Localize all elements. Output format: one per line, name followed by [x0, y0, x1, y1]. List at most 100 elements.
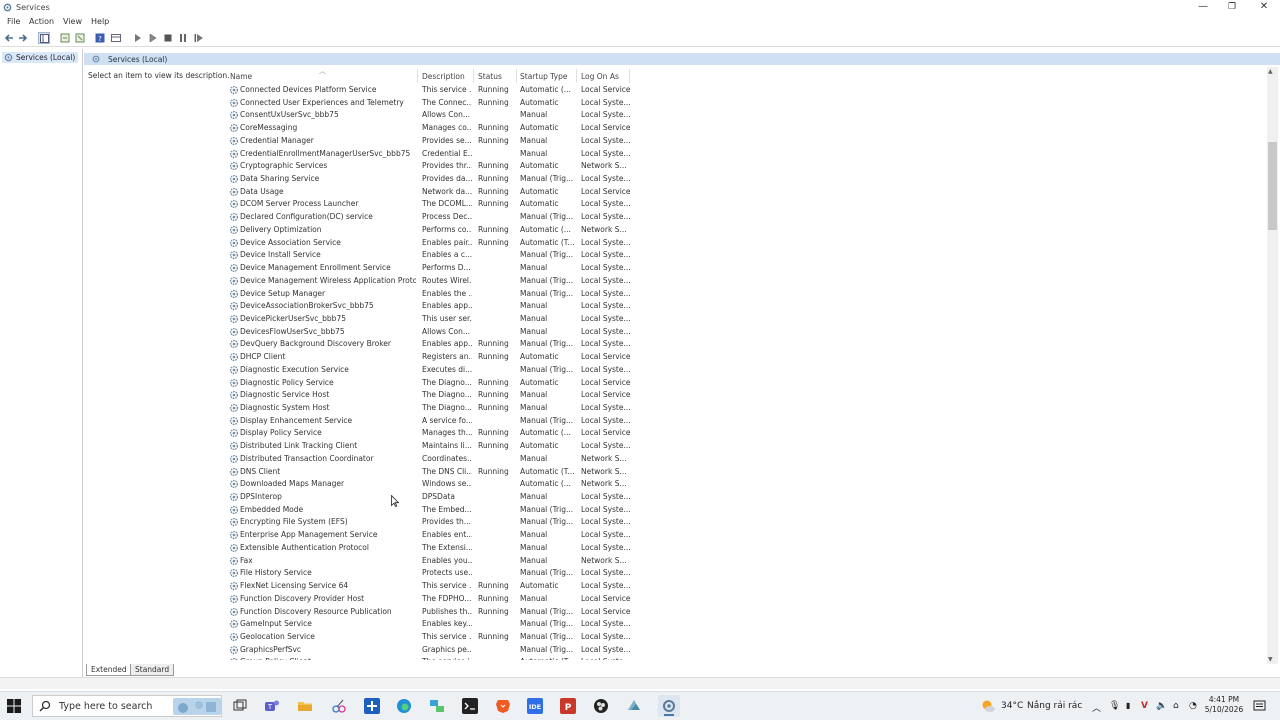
service-row[interactable]: Data Sharing Service Provides da... Runnin…	[84, 173, 1264, 186]
service-row[interactable]: DCOM Server Process Launcher The DCOML...…	[84, 198, 1264, 211]
service-row[interactable]: Enterprise App Management Service Enables…	[84, 529, 1264, 542]
menu-help[interactable]: Help	[91, 17, 109, 26]
minimize-button[interactable]: —	[1187, 0, 1219, 15]
app-icon[interactable]	[626, 698, 642, 714]
tree-item-services-local[interactable]: Services (Local)	[2, 52, 79, 63]
service-row[interactable]: Connected User Experiences and Telemetry…	[84, 97, 1264, 110]
column-header-startup-type[interactable]: Startup Type	[520, 72, 567, 81]
refresh-icon[interactable]	[74, 32, 86, 44]
notification-icon[interactable]	[1253, 700, 1266, 713]
service-row[interactable]: DevQuery Background Discovery Broker Enab…	[84, 338, 1264, 351]
tab-extended[interactable]: Extended	[86, 664, 132, 676]
vertical-scrollbar[interactable]: ▲ ▼	[1267, 67, 1278, 664]
windows-start-icon[interactable]	[6, 698, 22, 714]
weather-description[interactable]: Nắng rải rác	[1027, 701, 1082, 711]
service-row[interactable]: Device Management Enrollment Service Perf…	[84, 262, 1264, 275]
wifi-icon[interactable]: ◔	[1189, 701, 1197, 711]
file-explorer-icon[interactable]	[297, 698, 313, 714]
service-row[interactable]: Credential Manager Provides se... Running M…	[84, 135, 1264, 148]
pause-service-icon[interactable]	[177, 32, 189, 44]
column-header-log-on-as[interactable]: Log On As	[581, 72, 619, 81]
maximize-button[interactable]: ❐	[1216, 0, 1248, 15]
service-row[interactable]: Diagnostic Execution Service Executes di.…	[84, 364, 1264, 377]
start-service-icon[interactable]	[132, 32, 144, 44]
services-taskbar-icon[interactable]	[658, 695, 680, 717]
service-row[interactable]: Encrypting File System (EFS) Provides th.…	[84, 516, 1264, 529]
unikey-icon[interactable]: V	[1141, 701, 1148, 711]
show-hidden-icons-icon[interactable]: ︿	[1092, 701, 1101, 714]
service-row[interactable]: Delivery Optimization Performs co... Runni…	[84, 224, 1264, 237]
service-row[interactable]: Function Discovery Resource Publication P…	[84, 606, 1264, 619]
restart-service-icon[interactable]	[192, 32, 204, 44]
service-row[interactable]: Downloaded Maps Manager Windows se... Auto…	[84, 478, 1264, 491]
column-divider[interactable]	[417, 69, 418, 83]
microphone-icon[interactable]: 🎙	[1109, 701, 1120, 711]
column-divider[interactable]	[473, 69, 474, 83]
service-row[interactable]: Display Policy Service Manages th... Runni…	[84, 427, 1264, 440]
teams-icon[interactable]: T	[264, 698, 280, 714]
service-row[interactable]: Diagnostic System Host The Diagno... Runni…	[84, 402, 1264, 415]
menu-view[interactable]: View	[63, 17, 82, 26]
column-header-name[interactable]: Name	[230, 72, 252, 81]
battery-icon[interactable]: ▮	[1126, 701, 1130, 710]
service-row[interactable]: Diagnostic Policy Service The Diagno... Ru…	[84, 377, 1264, 390]
powerpoint-icon[interactable]: P	[560, 698, 576, 714]
obs-studio-icon[interactable]	[593, 698, 609, 714]
service-row[interactable]: Cryptographic Services Provides thr... Run…	[84, 160, 1264, 173]
network-app-icon[interactable]	[429, 698, 445, 714]
service-row[interactable]: Data Usage Network da... Running Automatic L…	[84, 186, 1264, 199]
service-row[interactable]: Group Policy Client The service i... Autom…	[84, 656, 1264, 660]
edge-browser-icon[interactable]	[396, 698, 412, 714]
system-clock[interactable]: 4:41 PM 5/10/2026	[1203, 695, 1245, 715]
service-row[interactable]: Device Management Wireless Application P…	[84, 275, 1264, 288]
service-row[interactable]: DPSInterop DPSData Manual Local Syste...	[84, 491, 1264, 504]
service-row[interactable]: Connected Devices Platform Service This s…	[84, 84, 1264, 97]
service-row[interactable]: Diagnostic Service Host The Diagno... Runn…	[84, 389, 1264, 402]
service-row[interactable]: DHCP Client Registers an... Running Automat…	[84, 351, 1264, 364]
service-row[interactable]: GraphicsPerfSvc Graphics pe... Manual (Tri…	[84, 644, 1264, 657]
service-row[interactable]: FlexNet Licensing Service 64 This service…	[84, 580, 1264, 593]
stop-service-icon[interactable]	[162, 32, 174, 44]
show-hide-tree-icon[interactable]	[38, 32, 50, 44]
column-divider[interactable]	[576, 69, 577, 83]
service-row[interactable]: DeviceAssociationBrokerSvc_bbb75 Enables …	[84, 300, 1264, 313]
service-row[interactable]: Device Setup Manager Enables the ... Manua…	[84, 288, 1264, 301]
service-row[interactable]: CredentialEnrollmentManagerUserSvc_bbb75…	[84, 148, 1264, 161]
service-row[interactable]: Display Enhancement Service A service fo.…	[84, 415, 1264, 428]
service-row[interactable]: DevicePickerUserSvc_bbb75 This user ser..…	[84, 313, 1264, 326]
menu-file[interactable]: File	[7, 17, 20, 26]
snipping-tool-icon[interactable]	[331, 698, 347, 714]
volume-icon[interactable]: 🔈	[1156, 701, 1167, 711]
service-row[interactable]: Distributed Link Tracking Client Maintain…	[84, 440, 1264, 453]
service-row[interactable]: DNS Client The DNS Cli... Running Automatic…	[84, 466, 1264, 479]
service-row[interactable]: Extensible Authentication Protocol The Ex…	[84, 542, 1264, 555]
column-header-status[interactable]: Status	[478, 72, 502, 81]
properties-icon[interactable]	[59, 32, 71, 44]
forward-icon[interactable]	[17, 32, 29, 44]
ide-icon[interactable]: IDE	[527, 698, 543, 714]
service-row[interactable]: Fax Enables you... Manual Network S...	[84, 555, 1264, 568]
column-header-description[interactable]: Description	[422, 72, 465, 81]
task-view-icon[interactable]	[232, 698, 248, 714]
tab-standard[interactable]: Standard	[130, 664, 175, 676]
service-row[interactable]: Device Association Service Enables pair..…	[84, 237, 1264, 250]
terminal-icon[interactable]	[462, 698, 478, 714]
scrollbar-thumb[interactable]	[1268, 142, 1277, 230]
service-row[interactable]: Distributed Transaction Coordinator Coord…	[84, 453, 1264, 466]
column-divider[interactable]	[629, 69, 630, 83]
service-row[interactable]: Function Discovery Provider Host The FDPH…	[84, 593, 1264, 606]
start-service-alt-icon[interactable]	[147, 32, 159, 44]
console-icon[interactable]	[110, 32, 122, 44]
menu-action[interactable]: Action	[29, 17, 54, 26]
service-row[interactable]: File History Service Protects use... Manua…	[84, 567, 1264, 580]
brave-browser-icon[interactable]	[495, 698, 511, 714]
add-app-icon[interactable]	[364, 698, 380, 714]
service-row[interactable]: Geolocation Service This service ... Runni…	[84, 631, 1264, 644]
service-row[interactable]: Embedded Mode The Embed... Manual (Trig...…	[84, 504, 1264, 517]
service-row[interactable]: ConsentUxUserSvc_bbb75 Allows Con... Manua…	[84, 109, 1264, 122]
service-row[interactable]: DevicesFlowUserSvc_bbb75 Allows Con... Man…	[84, 326, 1264, 339]
help-icon[interactable]: ?	[94, 32, 106, 44]
scroll-up-icon[interactable]: ▲	[1268, 68, 1273, 75]
back-icon[interactable]	[3, 32, 15, 44]
service-row[interactable]: CoreMessaging Manages co... Running Automat…	[84, 122, 1264, 135]
